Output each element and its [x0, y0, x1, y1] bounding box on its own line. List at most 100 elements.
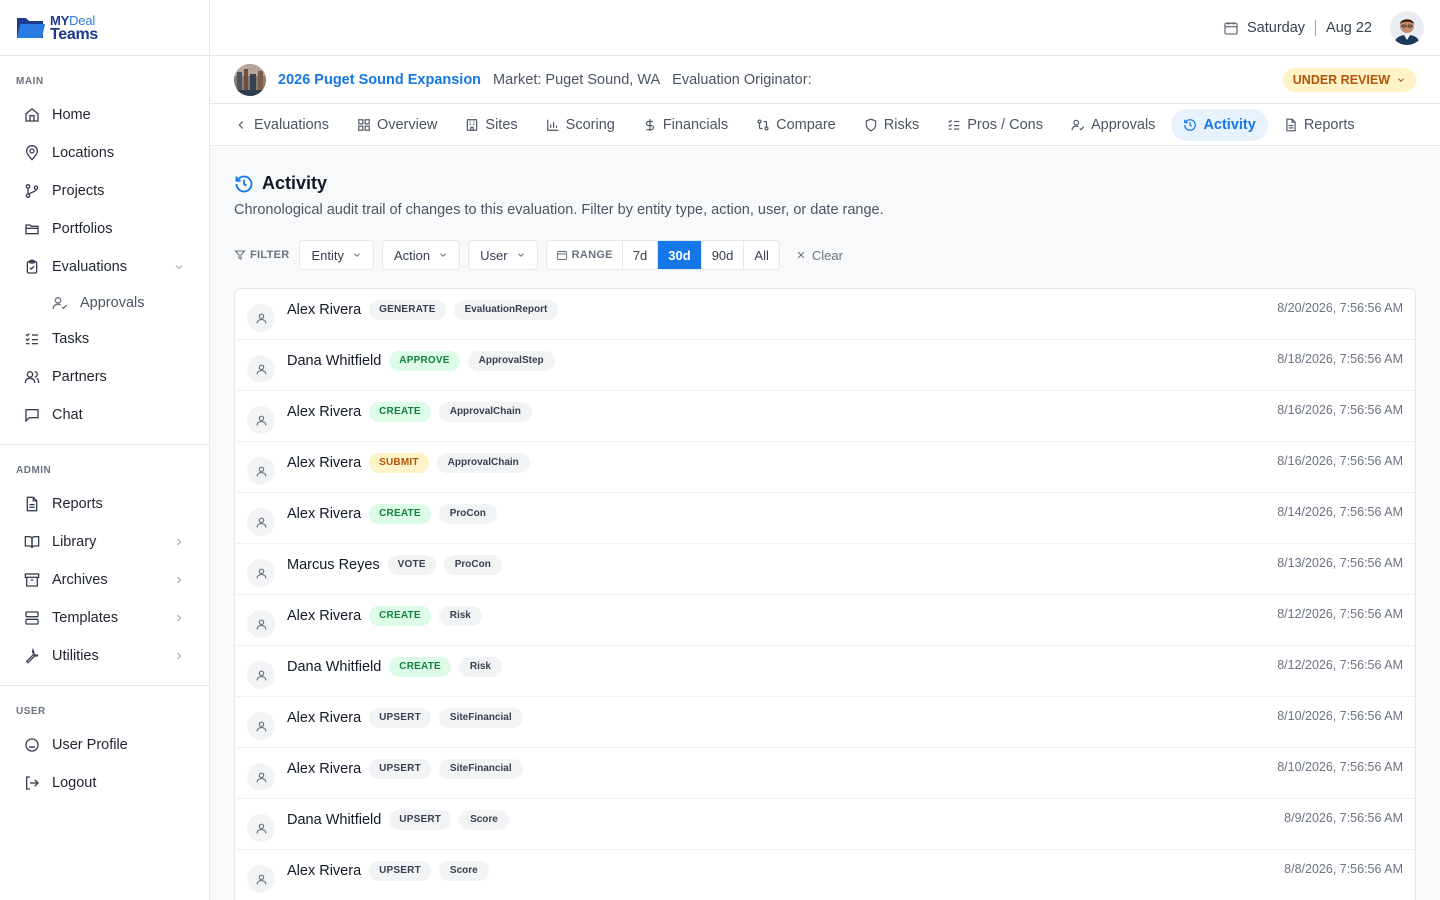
sidebar-item-label: Reports	[52, 496, 103, 512]
user-avatar[interactable]	[1390, 10, 1424, 45]
chevron-down-icon[interactable]	[173, 261, 185, 273]
range-label: RANGE	[547, 241, 623, 269]
close-icon	[797, 251, 805, 259]
sidebar-item-tasks[interactable]: Tasks	[0, 320, 209, 358]
range-7d-button[interactable]: 7d	[623, 241, 659, 269]
activity-row[interactable]: Alex Rivera SUBMIT ApprovalChain 8/16/2026,…	[235, 442, 1415, 493]
sidebar-item-home[interactable]: Home	[0, 96, 209, 134]
user-icon	[256, 568, 266, 578]
tab-sites[interactable]: Sites	[453, 109, 529, 141]
activity-row[interactable]: Dana Whitfield UPSERT Score 8/9/2026, 7:56:…	[235, 799, 1415, 850]
date-separator	[1315, 19, 1317, 36]
sidebar-item-templates[interactable]: Templates	[0, 599, 209, 637]
chevron-right-icon[interactable]	[173, 536, 185, 548]
entity-badge: Score	[438, 861, 489, 881]
evaluation-title[interactable]: 2026 Puget Sound Expansion	[278, 72, 481, 88]
user-icon	[256, 772, 266, 782]
chevron-left-icon	[238, 120, 244, 129]
user-filter-dropdown[interactable]: User	[468, 240, 538, 270]
user-check-icon	[52, 297, 68, 310]
avatar-portrait-icon	[1390, 10, 1424, 45]
brand-logo[interactable]: MYDeal Teams	[0, 0, 209, 56]
activity-row[interactable]: Alex Rivera GENERATE EvaluationReport 8/20/…	[235, 289, 1415, 340]
sidebar-item-chat[interactable]: Chat	[0, 396, 209, 434]
sidebar-item-library[interactable]: Library	[0, 523, 209, 561]
users-icon	[24, 371, 40, 384]
user-icon	[256, 415, 266, 425]
user-icon	[256, 619, 266, 629]
entity-badge: ApprovalChain	[438, 402, 532, 422]
top-bar: Saturday Aug 22	[210, 0, 1440, 56]
history-icon	[235, 175, 253, 192]
activity-user: Alex Rivera	[287, 302, 362, 318]
tab-label: Activity	[1203, 116, 1256, 133]
activity-row[interactable]: Dana Whitfield CREATE Risk 8/12/2026, 7:56:…	[235, 646, 1415, 697]
action-badge: APPROVE	[389, 351, 460, 371]
sidebar-item-projects[interactable]: Projects	[0, 172, 209, 210]
activity-user: Marcus Reyes	[287, 557, 380, 573]
user-icon	[256, 466, 266, 476]
activity-row[interactable]: Alex Rivera UPSERT SiteFinancial 8/10/2026,…	[235, 748, 1415, 799]
entity-filter-dropdown[interactable]: Entity	[299, 240, 374, 270]
sidebar-item-utilities[interactable]: Utilities	[0, 637, 209, 675]
activity-row[interactable]: Alex Rivera UPSERT Score 8/8/2026, 7:56:56 …	[235, 850, 1415, 900]
main-content: Activity Chronological audit trail of ch…	[210, 147, 1440, 900]
activity-row[interactable]: Marcus Reyes VOTE ProCon 8/13/2026, 7:56:56…	[235, 544, 1415, 595]
entity-badge: ProCon	[443, 555, 502, 575]
entity-badge: ApprovalStep	[467, 351, 555, 371]
tab-compare[interactable]: Compare	[744, 109, 848, 141]
tab-label: Overview	[376, 116, 438, 133]
activity-row[interactable]: Alex Rivera UPSERT SiteFinancial 8/10/2026,…	[235, 697, 1415, 748]
chevron-down-icon	[354, 253, 360, 257]
shield-icon	[865, 118, 876, 131]
tab-evaluations-back[interactable]: Evaluations	[234, 109, 341, 141]
range-all-button[interactable]: All	[744, 241, 778, 269]
sidebar-item-label: Home	[52, 107, 91, 123]
tab-activity[interactable]: Activity	[1171, 108, 1268, 141]
chevron-right-icon[interactable]	[173, 650, 185, 662]
sidebar-item-archives[interactable]: Archives	[0, 561, 209, 599]
user-icon	[256, 823, 266, 833]
range-90d-button[interactable]: 90d	[702, 241, 745, 269]
tab-scoring[interactable]: Scoring	[534, 109, 627, 141]
user-avatar-placeholder	[247, 814, 275, 842]
activity-row[interactable]: Alex Rivera CREATE ApprovalChain 8/16/2026,…	[235, 391, 1415, 442]
activity-row[interactable]: Alex Rivera CREATE Risk 8/12/2026, 7:56:56 …	[235, 595, 1415, 646]
action-badge: UPSERT	[369, 861, 431, 881]
tab-approvals[interactable]: Approvals	[1059, 109, 1167, 141]
smile-icon	[25, 738, 39, 752]
activity-user: Dana Whitfield	[287, 659, 382, 675]
sidebar-item-evaluations[interactable]: Evaluations	[0, 248, 209, 286]
activity-row[interactable]: Dana Whitfield APPROVE ApprovalStep 8/18/20…	[235, 340, 1415, 391]
activity-user: Dana Whitfield	[287, 812, 382, 828]
sidebar-item-partners[interactable]: Partners	[0, 358, 209, 396]
sidebar-item-locations[interactable]: Locations	[0, 134, 209, 172]
status-badge[interactable]: UNDER REVIEW	[1282, 67, 1416, 92]
list-checks-icon	[948, 119, 960, 130]
sidebar-item-portfolios[interactable]: Portfolios	[0, 210, 209, 248]
sidebar-item-logout[interactable]: Logout	[0, 764, 209, 802]
sidebar-item-label: Approvals	[80, 295, 145, 311]
clear-filters-button[interactable]: Clear	[796, 248, 843, 263]
tab-risks[interactable]: Risks	[852, 109, 931, 141]
sidebar-item-user-profile[interactable]: User Profile	[0, 726, 209, 764]
sidebar-item-reports[interactable]: Reports	[0, 485, 209, 523]
action-filter-dropdown[interactable]: Action	[382, 240, 461, 270]
chevron-right-icon[interactable]	[173, 574, 185, 586]
clear-label: Clear	[811, 247, 843, 263]
tab-reports[interactable]: Reports	[1272, 109, 1367, 141]
calendar-icon	[556, 250, 567, 260]
tab-financials[interactable]: Financials	[631, 109, 740, 141]
chevron-right-icon[interactable]	[173, 612, 185, 624]
action-badge: VOTE	[387, 555, 436, 575]
tab-overview[interactable]: Overview	[345, 109, 449, 141]
tab-pros-cons[interactable]: Pros / Cons	[935, 109, 1055, 141]
range-30d-button[interactable]: 30d	[658, 241, 702, 269]
user-avatar-placeholder	[247, 559, 275, 587]
activity-timestamp: 8/16/2026, 7:56:56 AM	[1277, 454, 1403, 468]
user-avatar-placeholder	[247, 763, 275, 791]
sidebar-item-approvals[interactable]: Approvals	[0, 286, 209, 320]
activity-row[interactable]: Alex Rivera CREATE ProCon 8/14/2026, 7:56:5…	[235, 493, 1415, 544]
entity-badge: ApprovalChain	[436, 453, 530, 473]
user-icon	[256, 517, 266, 527]
